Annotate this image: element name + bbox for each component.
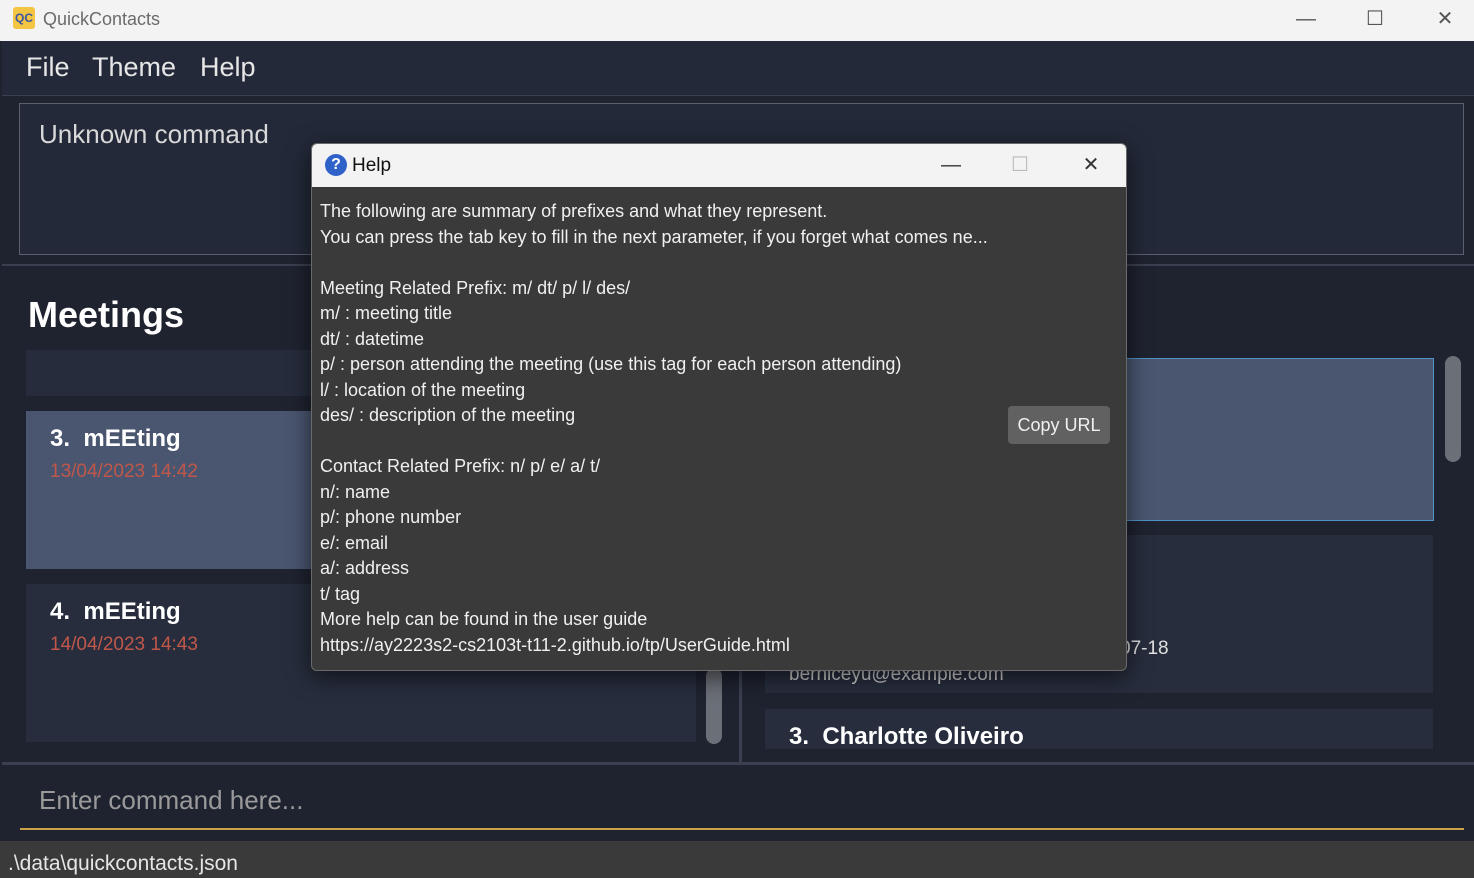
help-close-button[interactable]: ✕ [1057, 144, 1125, 187]
meetings-heading: Meetings [28, 294, 185, 335]
contact-address: 07-18 [1120, 638, 1169, 659]
menu-theme[interactable]: Theme [92, 52, 176, 83]
meeting-name: mEEting [83, 425, 181, 452]
contact-card-selected[interactable] [1118, 358, 1434, 521]
meeting-title: 3. mEEting [50, 425, 181, 453]
meetings-scrollbar[interactable] [706, 668, 722, 744]
window-titlebar: QC QuickContacts — ☐ ✕ [0, 0, 1474, 41]
help-dialog: ? Help — ☐ ✕ The following are summary o… [311, 143, 1127, 671]
menu-help[interactable]: Help [200, 52, 256, 83]
meeting-index: 3. [50, 425, 71, 452]
help-titlebar: ? Help — ☐ ✕ [312, 144, 1126, 187]
help-minimize-button[interactable]: — [917, 144, 985, 187]
meeting-name: mEEting [83, 598, 181, 625]
contact-name: 3. Charlotte Oliveiro [789, 723, 1024, 750]
meeting-datetime: 13/04/2023 14:42 [50, 461, 198, 482]
window-title: QuickContacts [43, 9, 161, 29]
close-button[interactable]: ✕ [1411, 0, 1474, 41]
help-text: The following are summary of prefixes an… [320, 201, 988, 655]
status-file-path: .\data\quickcontacts.json [8, 852, 238, 875]
app-logo-icon: QC [13, 7, 35, 29]
divider [2, 762, 1474, 765]
minimize-button[interactable]: — [1272, 0, 1340, 41]
meeting-index: 4. [50, 598, 71, 625]
help-title: Help [352, 155, 392, 176]
help-maximize-button[interactable]: ☐ [986, 144, 1054, 187]
result-message: Unknown command [39, 119, 269, 149]
copy-url-button[interactable]: Copy URL [1008, 406, 1110, 444]
maximize-button[interactable]: ☐ [1341, 0, 1409, 41]
meeting-title: 4. mEEting [50, 598, 181, 626]
question-icon: ? [325, 154, 347, 176]
command-input[interactable] [20, 772, 1464, 830]
meeting-datetime: 14/04/2023 14:43 [50, 634, 198, 655]
contacts-scrollbar[interactable] [1445, 356, 1461, 462]
menu-bar: File Theme Help [2, 41, 1474, 96]
menu-file[interactable]: File [26, 52, 70, 83]
